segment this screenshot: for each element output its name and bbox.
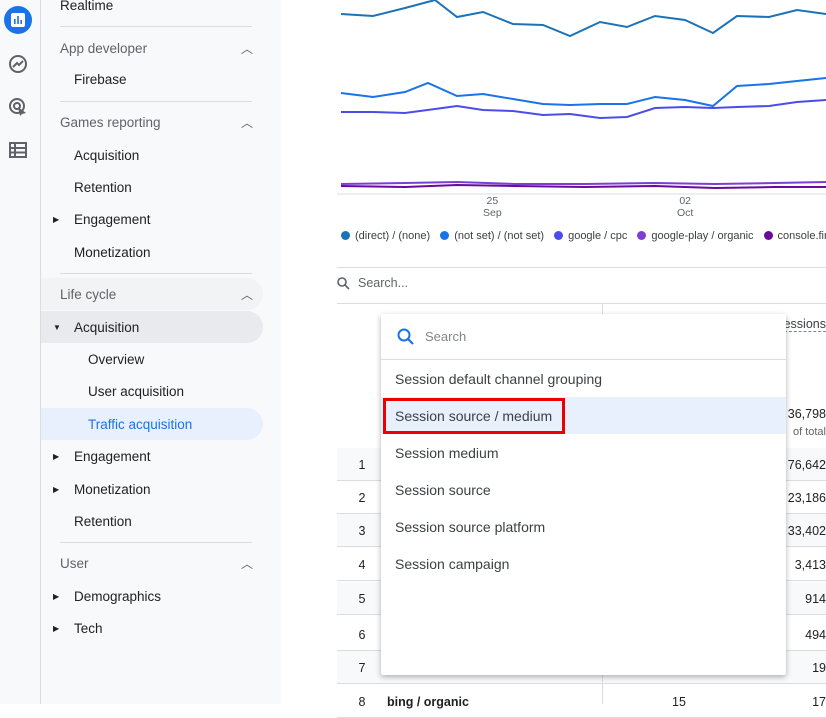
table-row[interactable]: 8 bing / organic 15 17 (337, 685, 826, 718)
dropdown-search-input[interactable]: Search (425, 329, 466, 344)
sidebar-item-demographics[interactable]: ▶ Demographics (41, 580, 263, 612)
series-google-play (340, 180, 826, 186)
section-games-reporting[interactable]: Games reporting ︿ (41, 106, 263, 138)
caret-right-icon: ▶ (53, 451, 60, 461)
label: User (60, 555, 89, 571)
label: Engagement (74, 211, 151, 227)
sidebar-item-lc-monetization[interactable]: ▶ Monetization (41, 473, 263, 505)
sidebar-item-monetization[interactable]: Monetization (41, 236, 263, 268)
legend-dot-icon (440, 231, 450, 240)
section-user[interactable]: User ︿ (41, 547, 263, 579)
label: Games reporting (60, 114, 161, 130)
caret-right-icon: ▶ (53, 623, 60, 633)
sidebar-item-lc-engagement[interactable]: ▶ Engagement (41, 440, 263, 472)
configure-icon[interactable] (4, 136, 32, 164)
label: Realtime (60, 0, 114, 13)
x-tick-02-oct: 02 Oct (677, 195, 694, 219)
legend-dot-icon (341, 231, 350, 240)
option-default-channel-grouping[interactable]: Session default channel grouping (381, 360, 786, 397)
label: Acquisition (74, 319, 140, 335)
sidebar-item-tech[interactable]: ▶ Tech (41, 612, 263, 644)
caret-right-icon: ▶ (53, 484, 60, 494)
series-google-cpc (341, 99, 826, 120)
chevron-up-icon: ︿ (240, 556, 253, 571)
label: Retention (74, 513, 132, 529)
sidebar-item-lc-retention[interactable]: Retention (41, 505, 263, 537)
legend-item[interactable]: console.fire (763, 230, 826, 242)
explore-icon[interactable] (4, 50, 32, 78)
dimension-dropdown: Search Session default channel grouping … (381, 314, 786, 675)
label: Traffic acquisition (88, 416, 193, 432)
x-tick-25-sep: 25 Sep (483, 195, 502, 219)
chevron-up-icon: ︿ (240, 287, 253, 302)
series-not-set (340, 77, 826, 108)
search-input[interactable]: Search... (358, 276, 408, 290)
chevron-up-icon: ︿ (240, 41, 253, 56)
divider (60, 26, 252, 27)
label: Monetization (74, 481, 151, 497)
label: Retention (74, 179, 132, 195)
divider (337, 303, 826, 304)
total-note: of total (792, 426, 826, 438)
sidebar-item-retention[interactable]: Retention (41, 171, 263, 203)
sidebar-item-user-acquisition[interactable]: User acquisition (41, 375, 263, 407)
line-chart (337, 0, 826, 195)
chart-legend: (direct) / (none) (not set) / (not set) … (341, 230, 826, 242)
search-icon (337, 276, 350, 290)
section-life-cycle[interactable]: Life cycle ︿ (41, 278, 263, 310)
caret-right-icon: ▶ (53, 591, 60, 601)
label: App developer (60, 40, 148, 56)
series-direct-none (340, 0, 826, 38)
label: Firebase (74, 71, 127, 87)
sidebar: Realtime App developer ︿ Firebase Games r… (41, 0, 281, 704)
label: Monetization (74, 244, 151, 260)
sidebar-item-lc-acquisition[interactable]: ▼ Acquisition (41, 311, 263, 343)
label: Demographics (74, 588, 162, 604)
table-search[interactable]: Search... (337, 276, 408, 290)
option-campaign[interactable]: Session campaign (381, 545, 786, 582)
metric-header-sessions[interactable]: essions (783, 317, 826, 332)
sidebar-item-overview[interactable]: Overview (41, 343, 263, 375)
dropdown-search[interactable]: Search (381, 314, 786, 360)
legend-dot-icon (554, 231, 564, 240)
divider (60, 101, 252, 102)
sidebar-item-realtime[interactable]: Realtime (41, 0, 263, 21)
label: User acquisition (88, 383, 185, 399)
section-app-developer[interactable]: App developer ︿ (41, 32, 263, 64)
option-source[interactable]: Session source (381, 471, 786, 508)
highlight-annotation (383, 398, 565, 434)
option-medium[interactable]: Session medium (381, 434, 786, 471)
chevron-up-icon: ︿ (240, 115, 253, 130)
label: Life cycle (60, 286, 117, 302)
advertising-icon[interactable] (4, 93, 32, 121)
legend-item[interactable]: (not set) / (not set) (440, 230, 544, 242)
label: Tech (74, 620, 103, 636)
reports-icon[interactable] (4, 6, 32, 34)
caret-down-icon: ▼ (53, 322, 61, 332)
divider (60, 542, 252, 543)
legend-item[interactable]: google-play / organic (637, 230, 754, 242)
legend-dot-icon (763, 231, 773, 240)
sidebar-item-traffic-acquisition[interactable]: Traffic acquisition (41, 408, 263, 440)
option-source-platform[interactable]: Session source platform (381, 508, 786, 545)
caret-right-icon: ▶ (53, 214, 60, 224)
legend-item[interactable]: google / cpc (554, 230, 627, 242)
nav-rail (0, 0, 41, 704)
label: Acquisition (74, 147, 140, 163)
sidebar-item-engagement[interactable]: ▶ Engagement (41, 203, 263, 235)
series-console-fire (340, 183, 826, 190)
label: Overview (88, 351, 145, 367)
label: Engagement (74, 448, 151, 464)
divider (60, 273, 252, 274)
legend-dot-icon (637, 231, 647, 240)
search-icon (397, 328, 414, 345)
sidebar-item-firebase[interactable]: Firebase (41, 63, 263, 95)
total-value: 36,798 (787, 407, 826, 421)
legend-item[interactable]: (direct) / (none) (341, 230, 430, 242)
divider (337, 267, 826, 268)
sidebar-item-acquisition[interactable]: Acquisition (41, 139, 263, 171)
